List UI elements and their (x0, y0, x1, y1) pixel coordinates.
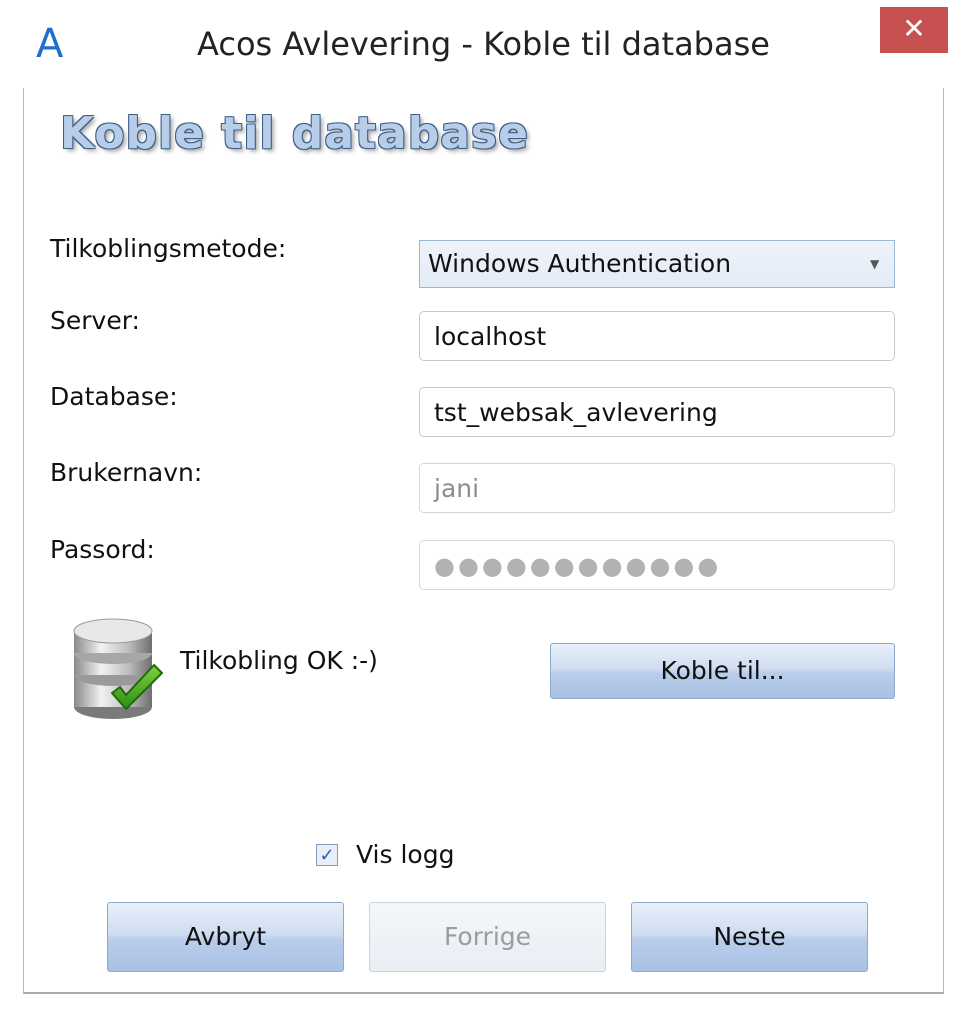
server-field[interactable]: localhost (419, 311, 895, 361)
cancel-button[interactable]: Avbryt (107, 902, 344, 972)
chevron-down-icon[interactable]: ▼ (870, 241, 884, 287)
page-title: Koble til database (60, 108, 529, 159)
method-dropdown[interactable]: Windows Authentication ▼ (419, 240, 895, 288)
method-label: Tilkoblingsmetode: (50, 234, 287, 263)
username-label: Brukernavn: (50, 458, 203, 487)
next-button[interactable]: Neste (631, 902, 868, 972)
dialog-window: A Acos Avlevering - Koble til database ✕… (0, 0, 967, 1012)
database-field[interactable]: tst_websak_avlevering (419, 387, 895, 437)
password-field[interactable]: ●●●●●●●●●●●● (419, 540, 895, 590)
window-title: Acos Avlevering - Koble til database (197, 25, 770, 63)
password-label: Passord: (50, 535, 155, 564)
previous-button[interactable]: Forrige (369, 902, 606, 972)
show-log-label[interactable]: Vis logg (356, 840, 454, 869)
database-ok-icon (73, 618, 163, 719)
show-log-checkbox[interactable]: ✓ (316, 844, 338, 866)
username-field[interactable]: jani (419, 463, 895, 513)
title-bar: A Acos Avlevering - Koble til database ✕ (0, 0, 967, 88)
close-button[interactable]: ✕ (880, 7, 948, 53)
server-label: Server: (50, 306, 140, 335)
connection-status: Tilkobling OK :-) (180, 646, 378, 675)
method-selected-value: Windows Authentication (428, 249, 732, 278)
connect-button[interactable]: Koble til... (550, 643, 895, 699)
database-label: Database: (50, 382, 178, 411)
